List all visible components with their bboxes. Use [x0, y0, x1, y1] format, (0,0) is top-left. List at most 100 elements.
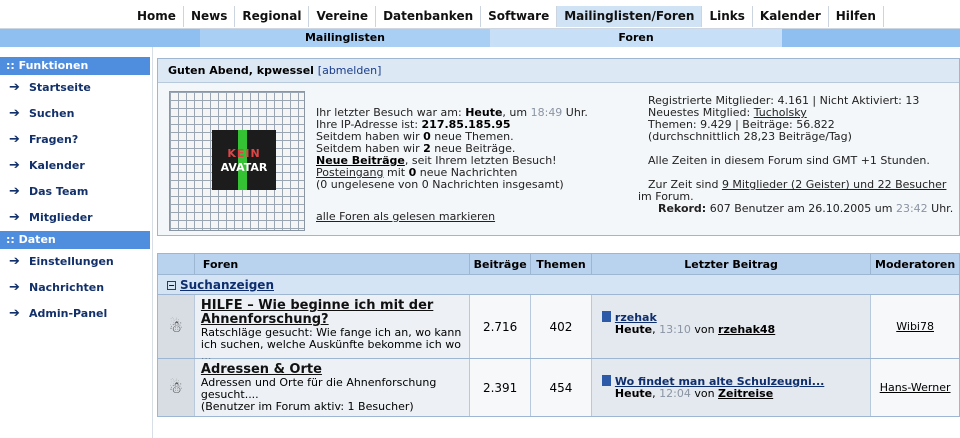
- forum-folder-icon: ☃: [158, 359, 195, 416]
- text: von: [694, 323, 715, 336]
- tab-vereine[interactable]: Vereine: [309, 6, 377, 27]
- last-post-user-link[interactable]: rzehak48: [718, 323, 775, 336]
- unread-line: (0 ungelesene von 0 Nachrichten insgesam…: [316, 178, 564, 191]
- arrow-right-icon: ➔: [9, 210, 20, 225]
- text: von: [694, 387, 715, 400]
- sidebar-item-label: Mitglieder: [29, 211, 93, 224]
- forum-folder-icon: ☃: [158, 295, 195, 358]
- sidebar-item-mitglieder[interactable]: ➔ Mitglieder: [0, 205, 150, 231]
- visit-info: Ihr letzter Besuch war am: Heute, um 18:…: [316, 106, 626, 223]
- post-document-icon: [601, 311, 611, 322]
- sidebar-item-startseite[interactable]: ➔ Startseite: [0, 75, 150, 101]
- logout-link[interactable]: [abmelden]: [318, 64, 382, 77]
- average-posts: (durchschnittlich 28,23 Beiträge/Tag): [648, 130, 852, 143]
- text: Uhr.: [562, 106, 588, 119]
- table-row: ☃ HILFE – Wie beginne ich mit der Ahnenf…: [157, 295, 960, 363]
- text: Heute: [614, 323, 653, 336]
- forum-description: Ratschläge gesucht: Wie fange ich an, wo…: [200, 326, 462, 363]
- posts-count: 2.716: [470, 295, 532, 358]
- header-icon-col: [158, 254, 195, 274]
- online-users-link[interactable]: 9 Mitglieder (2 Geister) und 22 Besucher: [722, 178, 947, 191]
- tab-hilfen[interactable]: Hilfen: [829, 6, 884, 27]
- tab-news[interactable]: News: [184, 6, 236, 27]
- post-document-icon: [601, 375, 611, 386]
- top-nav-tabs: Home News Regional Vereine Datenbanken S…: [130, 6, 884, 27]
- text: 607 Benutzer am 26.10.2005 um: [706, 202, 896, 215]
- table-row: ☃ Adressen & Orte Adressen und Orte für …: [157, 359, 960, 417]
- last-post-user-link[interactable]: Zeitreise: [718, 387, 773, 400]
- last-post-cell: rzehak Heute, 13:10 von rzehak48: [591, 295, 872, 358]
- text: 18:49: [530, 106, 563, 119]
- sidebar-item-nachrichten[interactable]: ➔ Nachrichten: [0, 275, 150, 301]
- sidebar-heading-daten: :: Daten: [0, 231, 150, 249]
- text: 23:42: [895, 202, 928, 215]
- sidebar-heading-funktionen: :: Funktionen: [0, 57, 150, 75]
- text: Heute: [614, 387, 653, 400]
- arrow-right-icon: ➔: [9, 184, 20, 199]
- forum-table: Foren Beiträge Themen Letzter Beitrag Mo…: [157, 253, 960, 417]
- sidebar-item-label: Admin-Panel: [29, 307, 108, 320]
- sidebar-item-label: Nachrichten: [29, 281, 105, 294]
- sub-navigation: Mailinglisten Foren: [0, 29, 960, 47]
- category-link[interactable]: Suchanzeigen: [180, 278, 274, 292]
- category-row: − Suchanzeigen: [157, 275, 960, 295]
- tab-links[interactable]: Links: [702, 6, 753, 27]
- arrow-right-icon: ➔: [9, 280, 20, 295]
- sidebar-item-label: Suchen: [29, 107, 75, 120]
- greeting: Guten Abend, kpwessel: [168, 64, 314, 77]
- header-topics: Themen: [531, 254, 592, 274]
- timezone-note: Alle Zeiten in diesem Forum sind GMT +1 …: [648, 154, 930, 167]
- header-posts: Beiträge: [470, 254, 532, 274]
- forum-cell: Adressen & Orte Adressen und Orte für di…: [194, 359, 471, 416]
- sidebar-divider: [152, 47, 153, 438]
- sidebar-item-label: Fragen?: [29, 133, 79, 146]
- tab-home[interactable]: Home: [130, 6, 184, 27]
- welcome-header: Guten Abend, kpwessel [abmelden]: [158, 59, 959, 83]
- mark-all-read-link[interactable]: alle Foren als gelesen markieren: [316, 211, 495, 223]
- posts-count: 2.391: [470, 359, 532, 416]
- table-header: Foren Beiträge Themen Letzter Beitrag Mo…: [157, 253, 960, 275]
- tab-kalender[interactable]: Kalender: [753, 6, 829, 27]
- forum-cell: HILFE – Wie beginne ich mit der Ahnenfor…: [194, 295, 471, 363]
- text: 13:10: [659, 323, 691, 336]
- forum-description: Adressen und Orte für die Ahnenforschung…: [200, 376, 437, 401]
- main-content: Guten Abend, kpwessel [abmelden] KEIN AV…: [157, 58, 960, 236]
- text: 12:04: [659, 387, 691, 400]
- sidebar-item-einstellungen[interactable]: ➔ Einstellungen: [0, 249, 150, 275]
- text: Rekord:: [658, 202, 707, 215]
- avatar-text-avatar: AVATAR: [220, 161, 268, 174]
- subtab-mailinglisten[interactable]: Mailinglisten: [200, 29, 490, 47]
- moderator-link[interactable]: Hans-Werner: [871, 359, 959, 416]
- sidebar-item-label: Das Team: [29, 185, 89, 198]
- topics-count: 454: [531, 359, 592, 416]
- subtab-foren[interactable]: Foren: [490, 29, 782, 47]
- sidebar-item-fragen[interactable]: ➔ Fragen?: [0, 127, 150, 153]
- tab-datenbanken[interactable]: Datenbanken: [376, 6, 482, 27]
- avatar: KEIN AVATAR: [169, 91, 305, 231]
- sidebar-item-admin-panel[interactable]: ➔ Admin-Panel: [0, 301, 150, 327]
- header-last-post: Letzter Beitrag: [592, 254, 872, 274]
- sidebar-item-suchen[interactable]: ➔ Suchen: [0, 101, 150, 127]
- arrow-right-icon: ➔: [9, 106, 20, 121]
- collapse-icon[interactable]: −: [167, 281, 176, 290]
- tab-mailinglisten-foren[interactable]: Mailinglisten/Foren: [557, 6, 703, 27]
- sidebar-item-das-team[interactable]: ➔ Das Team: [0, 179, 150, 205]
- forum-active-users: (Benutzer im Forum aktiv: 1 Besucher): [200, 400, 414, 413]
- text: Uhr.: [927, 202, 954, 215]
- no-avatar-image: KEIN AVATAR: [212, 130, 276, 190]
- arrow-right-icon: ➔: [9, 80, 20, 95]
- sidebar: :: Funktionen ➔ Startseite ➔ Suchen ➔ Frage…: [0, 57, 150, 438]
- forum-title-link[interactable]: HILFE – Wie beginne ich mit der Ahnenfor…: [201, 299, 463, 327]
- moderator-link[interactable]: Wibi78: [871, 295, 959, 358]
- tab-regional[interactable]: Regional: [235, 6, 310, 27]
- sidebar-item-kalender[interactable]: ➔ Kalender: [0, 153, 150, 179]
- welcome-body: KEIN AVATAR Ihr letzter Besuch war am: H…: [158, 83, 959, 235]
- forum-title-link[interactable]: Adressen & Orte: [201, 363, 463, 377]
- header-moderators: Moderatoren: [875, 258, 956, 271]
- record-line: Rekord: 607 Benutzer am 26.10.2005 um 23…: [638, 203, 960, 215]
- arrow-right-icon: ➔: [9, 306, 20, 321]
- forum-stats: Registrierte Mitglieder: 4.161 | Nicht A…: [638, 95, 960, 215]
- tab-software[interactable]: Software: [481, 6, 558, 27]
- topics-count: 402: [531, 295, 592, 358]
- top-navigation: Home News Regional Vereine Datenbanken S…: [0, 0, 960, 29]
